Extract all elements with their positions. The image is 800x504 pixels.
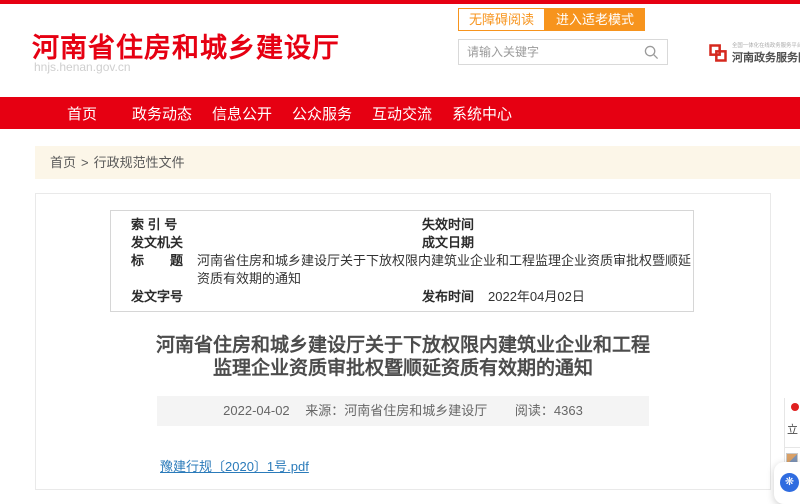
nav-item-system-center[interactable]: 系统中心 <box>442 103 522 124</box>
article-meta-bar: 2022-04-02 来源：河南省住房和城乡建设厅 阅读：4363 <box>157 396 649 426</box>
nav-item-public-service[interactable]: 公众服务 <box>282 103 362 124</box>
doc-title-label: 标 题 <box>111 252 183 288</box>
floating-app-widget[interactable]: ❋ <box>774 462 800 504</box>
nav-item-info-disclosure[interactable]: 信息公开 <box>202 103 282 124</box>
article-views: 阅读：4363 <box>515 403 583 418</box>
gov-site-text: 河南政务服务网 <box>732 49 800 65</box>
site-url: hnjs.henan.gov.cn <box>34 60 131 74</box>
article-source: 来源：河南省住房和城乡建设厅 <box>305 403 487 418</box>
doc-number-value <box>183 288 197 306</box>
expiry-time-value <box>474 216 488 234</box>
gov-service-logo[interactable]: 全国一体化在线政务服务平台 河南政务服务网 <box>708 40 800 65</box>
article-title-line2: 监理企业资质审批权暨顺延资质有效期的通知 <box>213 358 593 379</box>
issuing-agency-label: 发文机关 <box>111 234 183 252</box>
article-title: 河南省住房和城乡建设厅关于下放权限内建筑业企业和工程监理企业资质审批权暨顺延资质… <box>36 334 770 380</box>
gov-service-emblem-icon <box>708 43 728 63</box>
blue-app-icon: ❋ <box>780 473 799 492</box>
document-info-table: 索 引 号 失效时间 发文机关 成文日期 标 题 河南省住房和城乡建设厅关于下放… <box>110 210 694 312</box>
issuing-agency-value <box>183 234 197 252</box>
attachment-pdf-link[interactable]: 豫建行规〔2020〕1号.pdf <box>160 459 309 474</box>
nav-item-home[interactable]: 首页 <box>42 103 122 124</box>
breadcrumb-home-link[interactable]: 首页 <box>50 155 76 170</box>
breadcrumb: 首页 > 行政规范性文件 <box>35 146 800 179</box>
accessibility-button[interactable]: 无障碍阅读 <box>458 8 545 31</box>
written-date-label: 成文日期 <box>402 234 474 252</box>
breadcrumb-current: 行政规范性文件 <box>94 155 185 170</box>
article-date: 2022-04-02 <box>223 403 290 418</box>
index-number-value <box>177 216 191 234</box>
attachment-row: 豫建行规〔2020〕1号.pdf <box>160 456 770 476</box>
document-card: 索 引 号 失效时间 发文机关 成文日期 标 题 河南省住房和城乡建设厅关于下放… <box>35 193 771 490</box>
table-row: 索 引 号 失效时间 <box>111 216 693 234</box>
site-header: 河南省住房和城乡建设厅 hnjs.henan.gov.cn 无障碍阅读 进入适老… <box>0 4 800 97</box>
expiry-time-label: 失效时间 <box>402 216 474 234</box>
divider <box>784 447 800 448</box>
elder-mode-button[interactable]: 进入适老模式 <box>545 8 645 31</box>
doc-title-value: 河南省住房和城乡建设厅关于下放权限内建筑业企业和工程监理企业资质审批权暨顺延资质… <box>183 252 693 288</box>
gov-platform-text: 全国一体化在线政务服务平台 <box>732 40 800 48</box>
article-title-line1: 河南省住房和城乡建设厅关于下放权限内建筑业企业和工程 <box>156 335 650 356</box>
nav-item-interaction[interactable]: 互动交流 <box>362 103 442 124</box>
index-number-label: 索 引 号 <box>111 216 177 234</box>
header-controls: 无障碍阅读 进入适老模式 全国一体化在线政务服务平台 河南政务服务网 <box>458 8 668 65</box>
publish-time-label: 发布时间 <box>402 288 474 306</box>
table-row: 标 题 河南省住房和城乡建设厅关于下放权限内建筑业企业和工程监理企业资质审批权暨… <box>111 252 693 288</box>
floating-panel-partial-text: 立 <box>787 421 798 437</box>
table-row: 发文机关 成文日期 <box>111 234 693 252</box>
search-input[interactable] <box>459 40 634 64</box>
written-date-value <box>474 234 488 252</box>
breadcrumb-separator: > <box>81 155 89 170</box>
publish-time-value: 2022年04月02日 <box>474 288 585 306</box>
table-row: 发文字号 发布时间 2022年04月02日 <box>111 288 693 306</box>
nav-item-news[interactable]: 政务动态 <box>122 103 202 124</box>
notification-dot-icon <box>791 403 799 411</box>
main-nav: 首页 政务动态 信息公开 公众服务 互动交流 系统中心 <box>0 97 800 129</box>
doc-number-label: 发文字号 <box>111 288 183 306</box>
search-box <box>458 39 668 65</box>
search-icon[interactable] <box>644 45 659 60</box>
